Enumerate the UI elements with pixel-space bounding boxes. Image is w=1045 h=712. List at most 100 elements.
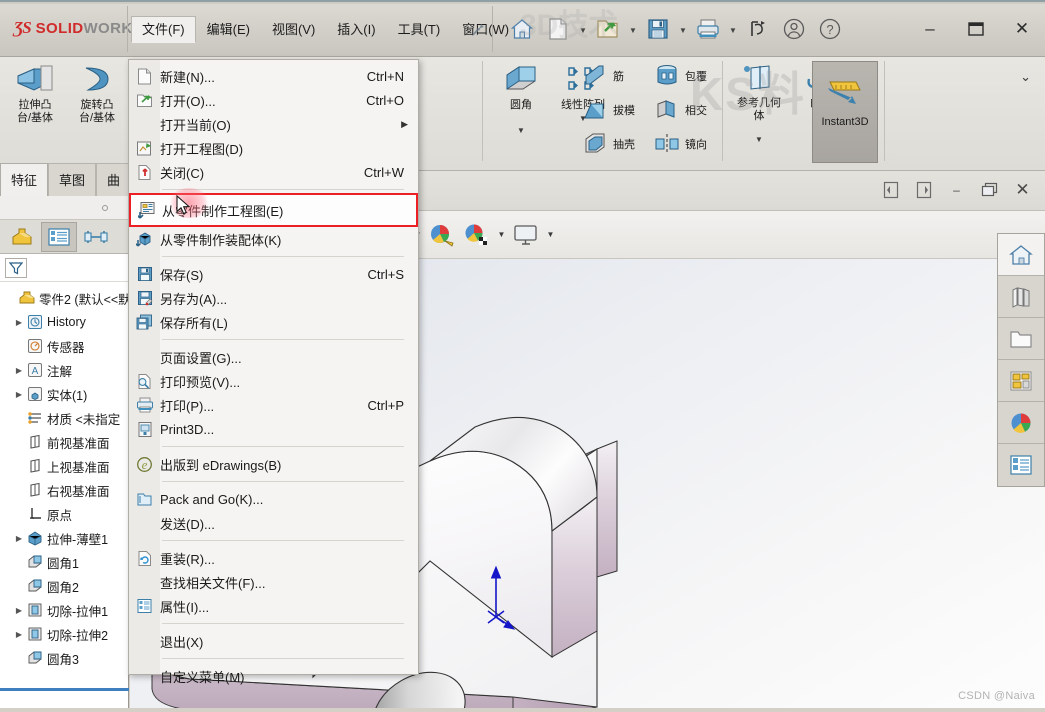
menu-page-setup[interactable]: 页面设置(G)... xyxy=(129,345,418,369)
filter-icon[interactable] xyxy=(5,257,27,278)
tree-item-annotations[interactable]: ▶ A 注解 xyxy=(2,358,128,382)
draft-button[interactable]: 拔模 xyxy=(578,93,638,127)
menu-save-as[interactable]: 另存为(A)... xyxy=(129,286,418,310)
tree-item-cut-extrude1[interactable]: ▶ 切除-拉伸1 xyxy=(2,598,128,622)
configuration-manager-tab[interactable] xyxy=(78,222,114,252)
new-document-caret[interactable]: ▼ xyxy=(577,12,589,46)
tree-expand-arrow[interactable]: ▶ xyxy=(12,390,26,399)
menu-properties[interactable]: 属性(I)... xyxy=(129,594,418,618)
revolve-boss-base-button[interactable]: 旋转凸台/基体 xyxy=(66,57,128,167)
open-folder-icon[interactable] xyxy=(591,12,625,46)
doc-close-button[interactable]: ✕ xyxy=(1006,175,1039,205)
shell-button[interactable]: 抽壳 xyxy=(578,127,638,161)
panel-collapse-dot[interactable] xyxy=(102,205,108,211)
view-display-caret[interactable]: ▼ xyxy=(544,217,557,253)
tab-sketch[interactable]: 草图 xyxy=(48,163,97,196)
tab-features[interactable]: 特征 xyxy=(0,163,49,196)
tree-item-right-plane[interactable]: 右视基准面 xyxy=(2,478,128,502)
previous-view-button[interactable] xyxy=(874,175,907,205)
print-icon[interactable] xyxy=(691,12,725,46)
sw-resources-icon[interactable] xyxy=(998,234,1044,276)
appearances-scenes-icon[interactable] xyxy=(998,402,1044,444)
intersect-button[interactable]: 相交 xyxy=(650,93,710,127)
menu-open-drawing[interactable]: 打开工程图(D) xyxy=(129,136,418,160)
menu-print-preview[interactable]: 打印预览(V)... xyxy=(129,369,418,393)
custom-properties-icon[interactable] xyxy=(998,444,1044,486)
rebuild-icon[interactable] xyxy=(741,12,775,46)
open-folder-caret[interactable]: ▼ xyxy=(627,12,639,46)
menu-open-recent[interactable]: 打开当前(O) ▶ xyxy=(129,112,418,136)
fillet-caret[interactable]: ▼ xyxy=(517,126,525,135)
tree-expand-arrow[interactable]: ▶ xyxy=(12,318,26,327)
menu-save-all[interactable]: 保存所有(L) xyxy=(129,310,418,334)
fillet-button[interactable]: 圆角 ▼ xyxy=(490,57,552,167)
doc-minimize-button[interactable]: – xyxy=(940,175,973,205)
menu-find-references[interactable]: 查找相关文件(F)... xyxy=(129,570,418,594)
file-menu-dropdown[interactable]: 新建(N)... Ctrl+N 打开(O)... Ctrl+O 打开当前(O) … xyxy=(128,59,419,685)
tab-surfaces[interactable]: 曲 xyxy=(96,163,131,196)
menu-send-to[interactable]: 发送(D)... xyxy=(129,511,418,535)
tree-expand-arrow[interactable]: ▶ xyxy=(12,630,26,639)
menu-exit[interactable]: 退出(X) xyxy=(129,629,418,653)
tree-item-extrude-thin1[interactable]: ▶ 拉伸-薄壁1 xyxy=(2,526,128,550)
tree-item-sensors[interactable]: 传感器 xyxy=(2,334,128,358)
menu-close[interactable]: 关闭(C) Ctrl+W xyxy=(129,160,418,184)
menu-save[interactable]: 保存(S) Ctrl+S xyxy=(129,262,418,286)
feature-tree[interactable]: 零件2 (默认<<默 ▶ History 传感器 ▶ A 注解 ▶ 实体(1) … xyxy=(0,282,128,712)
help-icon[interactable]: ? xyxy=(813,12,847,46)
menu-pack-and-go[interactable]: Pack and Go(K)... xyxy=(129,487,418,511)
file-explorer-icon[interactable] xyxy=(998,318,1044,360)
tree-expand-arrow[interactable]: ▶ xyxy=(12,534,26,543)
apply-scene-caret[interactable]: ▼ xyxy=(495,217,508,253)
tree-item-front-plane[interactable]: 前视基准面 xyxy=(2,430,128,454)
save-caret[interactable]: ▼ xyxy=(677,12,689,46)
menu-tools[interactable]: 工具(T) xyxy=(387,16,452,43)
menu-file[interactable]: 文件(F) xyxy=(131,15,196,43)
menu-make-assembly-from-part[interactable]: 从零件制作装配体(K) xyxy=(129,227,418,251)
user-account-icon[interactable] xyxy=(777,12,811,46)
instant3d-button[interactable]: Instant3D xyxy=(812,61,878,163)
property-manager-tab[interactable] xyxy=(41,221,77,252)
rib-button[interactable]: 筋 xyxy=(578,59,638,93)
next-view-button[interactable] xyxy=(907,175,940,205)
menu-publish-edrawings[interactable]: e 出版到 eDrawings(B) xyxy=(129,452,418,476)
tree-item-origin[interactable]: 原点 xyxy=(2,502,128,526)
tree-item-fillet2[interactable]: 圆角2 xyxy=(2,574,128,598)
reference-geometry-button[interactable]: 参考几何体 ▼ xyxy=(728,57,790,167)
window-minimize-button[interactable]: – xyxy=(907,12,953,46)
mirror-button[interactable]: 镜向 xyxy=(650,127,710,161)
menu-print[interactable]: 打印(P)... Ctrl+P xyxy=(129,393,418,417)
menu-print3d[interactable]: Print3D... xyxy=(129,417,418,441)
home-icon[interactable] xyxy=(505,12,539,46)
tree-root-part[interactable]: 零件2 (默认<<默 xyxy=(2,286,128,310)
view-palette-icon[interactable] xyxy=(998,360,1044,402)
menu-edit[interactable]: 编辑(E) xyxy=(196,16,261,43)
tree-item-cut-extrude2[interactable]: ▶ 切除-拉伸2 xyxy=(2,622,128,646)
pin-icon[interactable] xyxy=(470,22,486,38)
menu-new[interactable]: 新建(N)... Ctrl+N xyxy=(129,64,418,88)
new-document-icon[interactable] xyxy=(541,12,575,46)
tree-item-top-plane[interactable]: 上视基准面 xyxy=(2,454,128,478)
apply-scene-icon[interactable] xyxy=(460,217,494,253)
view-setting-display-icon[interactable] xyxy=(509,217,543,253)
menu-make-drawing-from-part[interactable]: 从零件制作工程图(E) xyxy=(129,193,418,227)
tree-item-material[interactable]: 材质 <未指定 xyxy=(2,406,128,430)
edit-appearance-icon[interactable] xyxy=(425,217,459,253)
doc-restore-button[interactable] xyxy=(973,175,1006,205)
menu-customize-menu[interactable]: 自定义菜单(M) xyxy=(129,664,418,688)
print-caret[interactable]: ▼ xyxy=(727,12,739,46)
window-close-button[interactable]: ✕ xyxy=(999,12,1045,46)
tree-item-fillet3[interactable]: 圆角3 xyxy=(2,646,128,670)
wrap-button[interactable]: 包覆 xyxy=(650,59,710,93)
menu-reload[interactable]: 重装(R)... xyxy=(129,546,418,570)
tree-item-history[interactable]: ▶ History xyxy=(2,310,128,334)
reference-geometry-caret[interactable]: ▼ xyxy=(755,135,763,144)
tree-item-solid-bodies[interactable]: ▶ 实体(1) xyxy=(2,382,128,406)
ribbon-expand-caret[interactable]: ⌄ xyxy=(1020,69,1031,85)
menu-open[interactable]: 打开(O)... Ctrl+O xyxy=(129,88,418,112)
menu-insert[interactable]: 插入(I) xyxy=(326,16,386,43)
extrude-boss-base-button[interactable]: 拉伸凸台/基体 xyxy=(4,57,66,167)
design-library-icon[interactable] xyxy=(998,276,1044,318)
tree-expand-arrow[interactable]: ▶ xyxy=(12,366,26,375)
tree-item-fillet1[interactable]: 圆角1 xyxy=(2,550,128,574)
